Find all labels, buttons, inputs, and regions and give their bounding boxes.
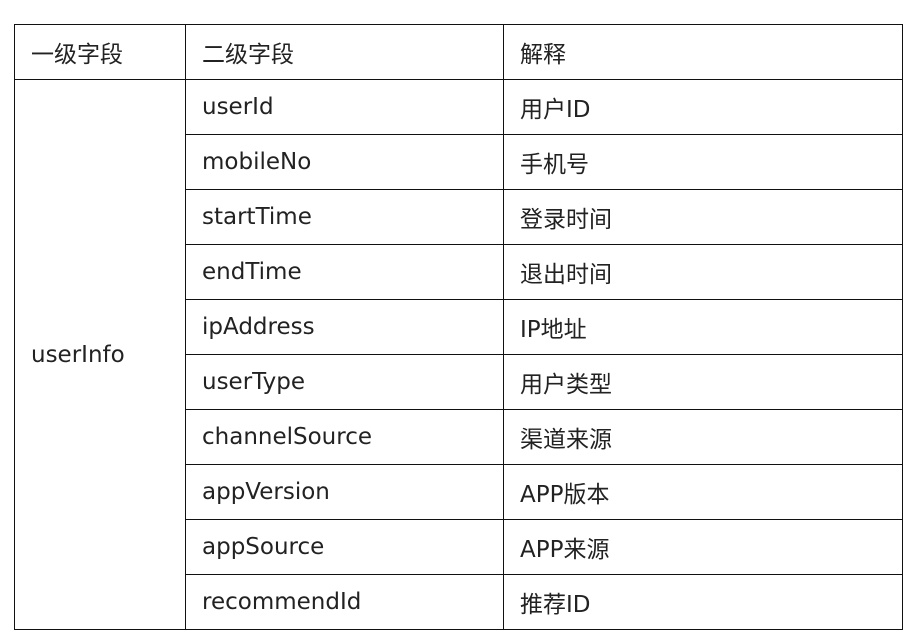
field-table: 一级字段 二级字段 解释 userInfo userId 用户ID mobile… (14, 24, 903, 630)
field-desc-cell: 推荐ID (503, 574, 903, 630)
table-header-row: 一级字段 二级字段 解释 (14, 24, 903, 80)
field-desc-cell: APP版本 (503, 464, 903, 520)
table-row: userInfo userId 用户ID (14, 79, 903, 630)
header-secondary-field: 二级字段 (185, 24, 504, 80)
field-desc-cell: 用户类型 (503, 354, 903, 410)
group-cell-userinfo: userInfo (14, 79, 186, 630)
field-desc-cell: APP来源 (503, 519, 903, 575)
field-name-cell: channelSource (185, 409, 504, 465)
field-name-cell: endTime (185, 244, 504, 300)
field-name-cell: userId (185, 79, 504, 135)
field-name-cell: userType (185, 354, 504, 410)
field-name-cell: ipAddress (185, 299, 504, 355)
field-name-cell: appSource (185, 519, 504, 575)
field-name-cell: startTime (185, 189, 504, 245)
field-desc-cell: 登录时间 (503, 189, 903, 245)
field-desc-cell: 用户ID (503, 79, 903, 135)
header-description: 解释 (503, 24, 903, 80)
field-desc-cell: IP地址 (503, 299, 903, 355)
header-primary-field: 一级字段 (14, 24, 186, 80)
field-name-cell: mobileNo (185, 134, 504, 190)
field-name-cell: appVersion (185, 464, 504, 520)
field-desc-cell: 手机号 (503, 134, 903, 190)
field-name-cell: recommendId (185, 574, 504, 630)
field-desc-cell: 退出时间 (503, 244, 903, 300)
field-desc-cell: 渠道来源 (503, 409, 903, 465)
